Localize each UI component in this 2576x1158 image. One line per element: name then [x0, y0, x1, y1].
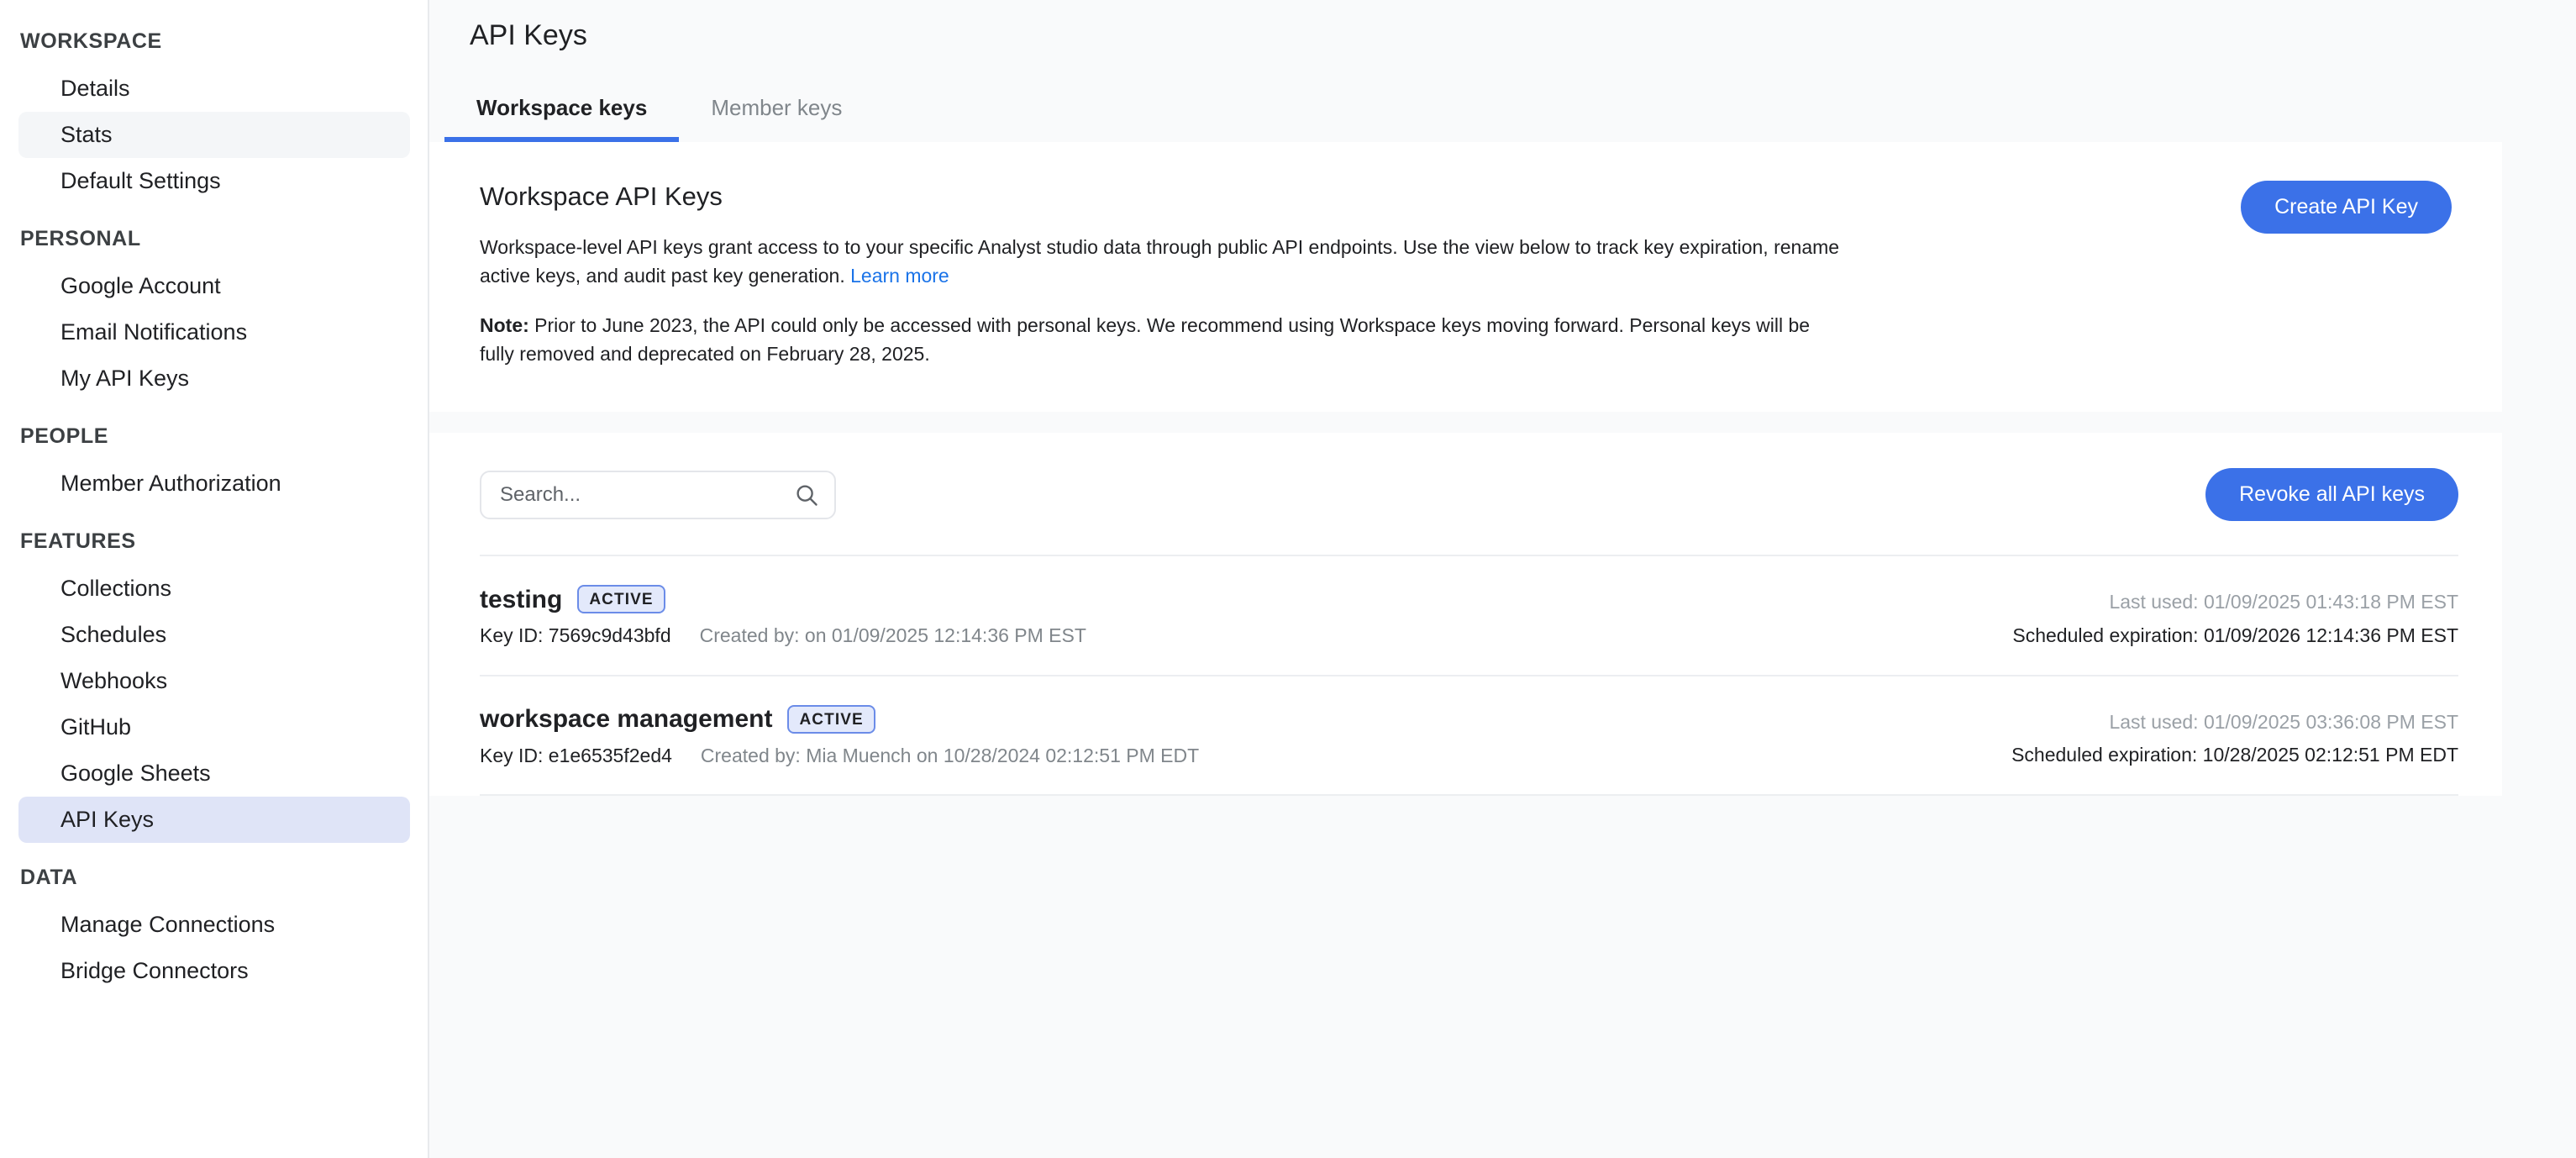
sidebar-item-email-notifications[interactable]: Email Notifications: [18, 309, 410, 355]
api-key-meta: Key ID: 7569c9d43bfd Created by: on 01/09…: [480, 624, 1086, 649]
nav-section-people: PEOPLE Member Authorization: [0, 424, 428, 507]
sidebar-item-default-settings[interactable]: Default Settings: [18, 158, 410, 204]
api-key-dates: Last used: 01/09/2025 01:43:18 PM EST Sch…: [2012, 585, 2458, 649]
api-key-id: Key ID: 7569c9d43bfd: [480, 624, 671, 649]
keys-toolbar: Revoke all API keys: [429, 433, 2502, 555]
api-key-row[interactable]: testing ACTIVE Key ID: 7569c9d43bfd Created…: [429, 556, 2502, 674]
api-key-info: workspace management ACTIVE Key ID: e1e653…: [480, 705, 1199, 769]
intro-heading: Workspace API Keys: [480, 181, 1841, 212]
status-badge: ACTIVE: [787, 705, 875, 734]
api-key-id: Key ID: e1e6535f2ed4: [480, 744, 672, 769]
sidebar-item-github[interactable]: GitHub: [18, 704, 410, 750]
workspace-api-keys-intro-card: Workspace API Keys Workspace-level API k…: [429, 142, 2502, 413]
api-key-name: workspace management: [480, 705, 772, 733]
api-keys-list-card: Revoke all API keys testing ACTIVE Key ID:…: [429, 433, 2502, 796]
intro-text-block: Workspace API Keys Workspace-level API k…: [480, 181, 1841, 369]
search-input[interactable]: [480, 471, 836, 519]
api-key-created-by: Created by: on 01/09/2025 12:14:36 PM ES…: [700, 624, 1086, 649]
sidebar-item-member-authorization[interactable]: Member Authorization: [18, 461, 410, 507]
nav-heading-data: DATA: [0, 865, 428, 890]
api-key-last-used: Last used: 01/09/2025 03:36:08 PM EST: [2011, 708, 2458, 736]
settings-sidebar: WORKSPACE DetailsStatsDefault Settings PER…: [0, 0, 429, 1158]
api-key-scheduled-expiration: Scheduled expiration: 01/09/2026 12:14:3…: [2012, 622, 2458, 650]
api-key-last-used: Last used: 01/09/2025 01:43:18 PM EST: [2012, 588, 2458, 616]
tab-bar: Workspace keysMember keys: [429, 82, 2576, 142]
api-key-title-line: workspace management ACTIVE: [480, 705, 1199, 734]
sidebar-item-google-account[interactable]: Google Account: [18, 263, 410, 309]
intro-note-text: Prior to June 2023, the API could only b…: [480, 314, 1810, 365]
sidebar-item-bridge-connectors[interactable]: Bridge Connectors: [18, 948, 410, 994]
intro-description-text: Workspace-level API keys grant access to…: [480, 236, 1839, 287]
page-title: API Keys: [429, 0, 2576, 53]
api-key-meta: Key ID: e1e6535f2ed4 Created by: Mia Muen…: [480, 744, 1199, 769]
sidebar-item-api-keys[interactable]: API Keys: [18, 797, 410, 843]
sidebar-item-my-api-keys[interactable]: My API Keys: [18, 355, 410, 402]
create-api-key-button[interactable]: Create API Key: [2241, 181, 2452, 234]
sidebar-item-details[interactable]: Details: [18, 66, 410, 112]
sidebar-item-manage-connections[interactable]: Manage Connections: [18, 902, 410, 948]
learn-more-link[interactable]: Learn more: [850, 265, 949, 287]
search-field-wrapper: [480, 471, 836, 519]
main-content: API Keys Workspace keysMember keys Works…: [429, 0, 2576, 1158]
app-root: WORKSPACE DetailsStatsDefault Settings PER…: [0, 0, 2576, 1158]
nav-heading-personal: PERSONAL: [0, 226, 428, 251]
intro-note-label: Note:: [480, 314, 529, 336]
sidebar-item-webhooks[interactable]: Webhooks: [18, 658, 410, 704]
nav-section-data: DATA Manage ConnectionsBridge Connectors: [0, 865, 428, 994]
sidebar-item-google-sheets[interactable]: Google Sheets: [18, 750, 410, 797]
intro-description: Workspace-level API keys grant access to…: [480, 234, 1841, 290]
sidebar-item-stats[interactable]: Stats: [18, 112, 410, 158]
right-rail: [2540, 0, 2576, 1158]
sidebar-item-schedules[interactable]: Schedules: [18, 612, 410, 658]
api-key-dates: Last used: 01/09/2025 03:36:08 PM EST Sch…: [2011, 705, 2458, 769]
api-key-info: testing ACTIVE Key ID: 7569c9d43bfd Created…: [480, 585, 1086, 649]
api-key-created-by: Created by: Mia Muench on 10/28/2024 02:…: [701, 744, 1199, 769]
nav-section-features: FEATURES CollectionsSchedulesWebhooksGitH…: [0, 529, 428, 843]
nav-heading-features: FEATURES: [0, 529, 428, 554]
nav-heading-workspace: WORKSPACE: [0, 29, 428, 54]
section-gap: [429, 412, 2576, 433]
tab-member-keys[interactable]: Member keys: [679, 97, 874, 142]
sidebar-item-collections[interactable]: Collections: [18, 566, 410, 612]
nav-section-workspace: WORKSPACE DetailsStatsDefault Settings: [0, 29, 428, 204]
api-key-name: testing: [480, 586, 562, 613]
api-key-scheduled-expiration: Scheduled expiration: 10/28/2025 02:12:5…: [2011, 741, 2458, 769]
revoke-all-api-keys-button[interactable]: Revoke all API keys: [2205, 468, 2458, 521]
nav-heading-people: PEOPLE: [0, 424, 428, 449]
tab-workspace-keys[interactable]: Workspace keys: [444, 97, 679, 142]
nav-section-personal: PERSONAL Google AccountEmail Notification…: [0, 226, 428, 402]
api-key-row-divider: [480, 794, 2458, 796]
api-key-row[interactable]: workspace management ACTIVE Key ID: e1e653…: [429, 676, 2502, 794]
api-keys-list: testing ACTIVE Key ID: 7569c9d43bfd Created…: [429, 556, 2502, 796]
status-badge: ACTIVE: [577, 585, 665, 613]
intro-note: Note: Prior to June 2023, the API could …: [480, 312, 1841, 368]
api-key-title-line: testing ACTIVE: [480, 585, 1086, 613]
